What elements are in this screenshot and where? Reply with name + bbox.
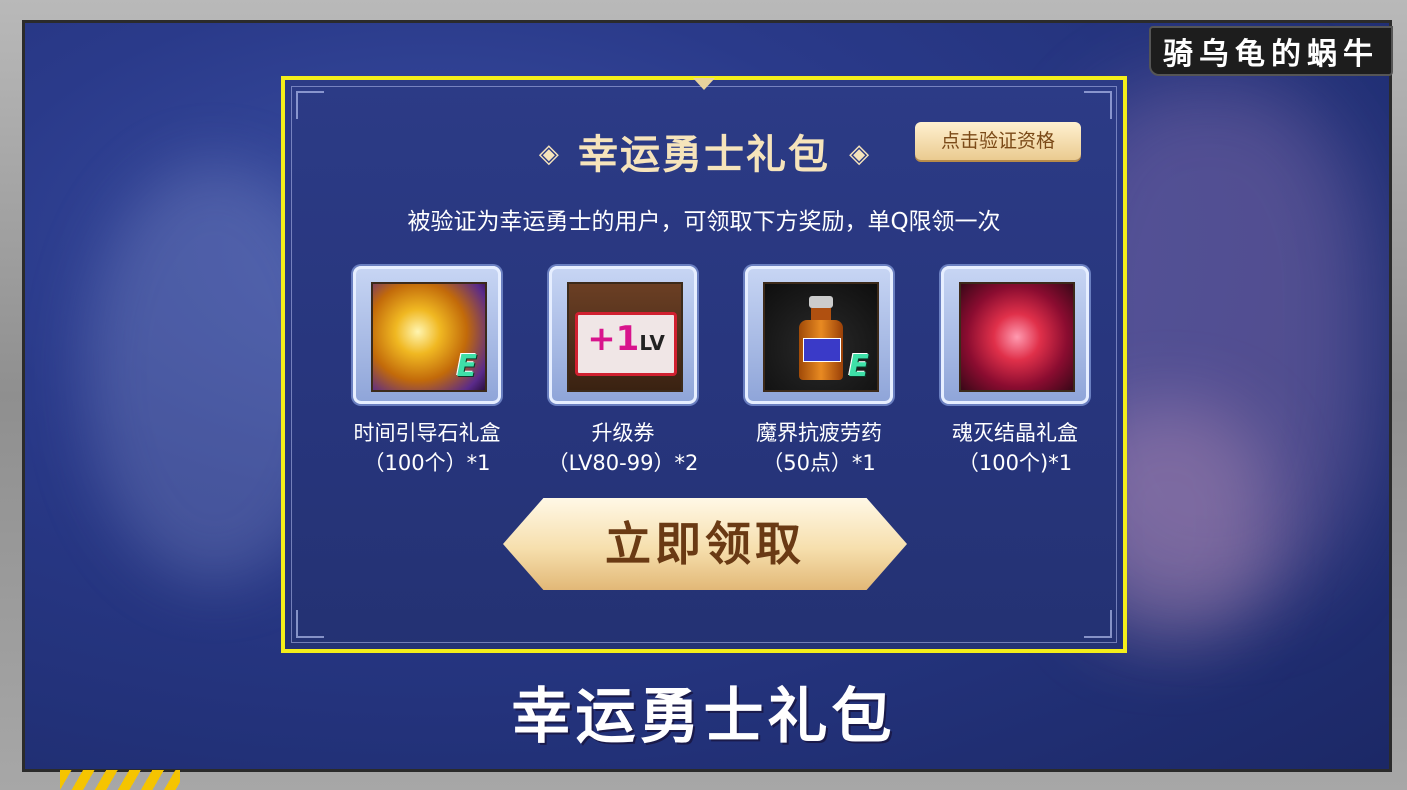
reward-name: 升级券 （LV80-99）*2 <box>525 418 721 478</box>
reward-name-line1: 魔界抗疲劳药 <box>756 421 882 445</box>
reward-item[interactable]: E 魔界抗疲劳药 （50点）*1 <box>721 266 917 478</box>
bottle-cap <box>809 296 833 308</box>
verify-eligibility-button[interactable]: 点击验证资格 <box>915 122 1081 160</box>
reward-name-line2: （100个）*1 <box>363 451 491 475</box>
corner-ornament <box>1084 610 1112 638</box>
ticket-text: +1LV <box>587 319 665 359</box>
reward-name-line2: （50点）*1 <box>762 451 876 475</box>
reward-name: 魔界抗疲劳药 （50点）*1 <box>721 418 917 478</box>
bottle-label <box>803 338 841 362</box>
reward-name-line1: 时间引导石礼盒 <box>353 421 501 445</box>
diamond-icon: ◈ <box>538 139 559 169</box>
ticket-card: +1LV <box>575 312 677 376</box>
potion-bottle-icon: E <box>763 282 879 392</box>
crystal-icon <box>959 282 1075 392</box>
reward-item[interactable]: 魂灭结晶礼盒 （100个)*1 <box>917 266 1113 478</box>
reward-item[interactable]: E 时间引导石礼盒 （100个）*1 <box>329 266 525 478</box>
corner-ornament <box>296 91 324 119</box>
golden-orb-icon: E <box>371 282 487 392</box>
panel-title: 幸运勇士礼包 <box>578 131 830 178</box>
reward-icon-frame: E <box>353 266 501 404</box>
reward-name-line2: （LV80-99）*2 <box>547 451 699 475</box>
video-caption: 幸运勇士礼包 <box>511 682 896 752</box>
reward-list: E 时间引导石礼盒 （100个）*1 +1LV 升级券 （LV80-99）*2 <box>329 266 1089 496</box>
reward-name-line1: 魂灭结晶礼盒 <box>952 421 1078 445</box>
reward-name: 时间引导石礼盒 （100个）*1 <box>329 418 525 478</box>
potion-bottle <box>799 296 843 380</box>
level-ticket-icon: +1LV <box>567 282 683 392</box>
corner-ornament <box>1084 91 1112 119</box>
reward-icon-frame <box>941 266 1089 404</box>
badge-e-icon: E <box>456 349 478 384</box>
reward-name-line1: 升级券 <box>591 421 655 445</box>
reward-name-line2: （100个)*1 <box>957 451 1073 475</box>
hazard-stripe-decoration <box>60 770 180 790</box>
reward-item[interactable]: +1LV 升级券 （LV80-99）*2 <box>525 266 721 478</box>
gift-panel: ◈ 幸运勇士礼包 ◈ 点击验证资格 被验证为幸运勇士的用户，可领取下方奖励，单Q… <box>281 76 1127 653</box>
corner-ornament <box>296 610 324 638</box>
panel-subtitle: 被验证为幸运勇士的用户，可领取下方奖励，单Q限领一次 <box>407 209 1001 235</box>
reward-icon-frame: +1LV <box>549 266 697 404</box>
reward-icon-frame: E <box>745 266 893 404</box>
reward-name: 魂灭结晶礼盒 （100个)*1 <box>917 418 1113 478</box>
badge-e-icon: E <box>848 349 870 384</box>
watermark-label: 骑乌龟的蜗牛 <box>1149 26 1393 76</box>
claim-now-button[interactable]: 立即领取 <box>503 498 907 590</box>
diamond-icon: ◈ <box>849 139 870 169</box>
